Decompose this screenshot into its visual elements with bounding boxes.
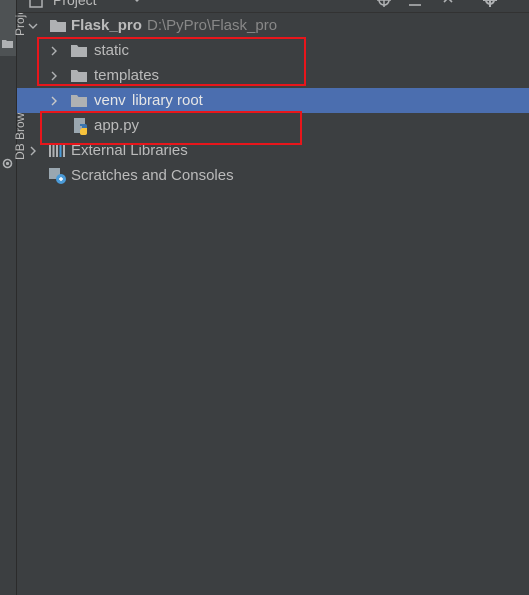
library-icon xyxy=(49,145,65,157)
expand-icon[interactable] xyxy=(441,0,455,7)
project-root-path: D:\PyPro\Flask_pro xyxy=(147,17,278,34)
python-file-icon xyxy=(74,118,87,135)
chevron-down-icon[interactable] xyxy=(133,0,141,4)
folder-icon xyxy=(2,40,13,48)
project-tool-tab[interactable]: Proje xyxy=(0,0,27,56)
folder-icon xyxy=(71,70,87,82)
collapse-all-icon[interactable] xyxy=(408,0,422,7)
folder-icon xyxy=(71,95,87,107)
tree-item-venv[interactable]: venv library root xyxy=(17,88,529,113)
chevron-down-icon[interactable] xyxy=(28,21,38,31)
folder-icon xyxy=(71,45,87,57)
tree-item-external-libraries[interactable]: External Libraries xyxy=(17,138,529,163)
locate-icon[interactable] xyxy=(377,0,391,7)
ide-project-panel: Proje DB Browser Project Flask_pro D:\Py… xyxy=(0,0,529,595)
scratches-icon xyxy=(49,168,66,184)
folder-icon xyxy=(50,20,66,32)
tree-item-scratches[interactable]: Scratches and Consoles xyxy=(17,163,529,188)
chevron-right-icon[interactable] xyxy=(49,71,59,81)
tree-item-app-py[interactable]: app.py xyxy=(17,113,529,138)
settings-gear-icon[interactable] xyxy=(483,0,497,7)
db-browser-tool-tab[interactable]: DB Browser xyxy=(0,76,27,176)
chevron-right-icon[interactable] xyxy=(49,96,59,106)
tree-item-label: templates xyxy=(94,67,160,84)
database-icon xyxy=(2,158,13,169)
chevron-right-icon[interactable] xyxy=(49,46,59,56)
chevron-right-icon[interactable] xyxy=(28,146,38,156)
tool-window-strip: Proje DB Browser xyxy=(0,0,27,595)
project-panel-header: Project xyxy=(17,0,529,13)
tree-item-label: app.py xyxy=(94,117,140,134)
panel-title[interactable]: Project xyxy=(53,0,97,8)
tree-item-label: Scratches and Consoles xyxy=(71,167,234,184)
tree-item-templates[interactable]: templates xyxy=(17,63,529,88)
tree-item-label: External Libraries xyxy=(71,142,188,159)
tree-item-static[interactable]: static xyxy=(17,38,529,63)
project-view-icon xyxy=(29,0,43,8)
library-root-tag: library root xyxy=(132,92,203,109)
tree-item-root[interactable]: Flask_pro D:\PyPro\Flask_pro xyxy=(17,13,529,38)
project-tree: Flask_pro D:\PyPro\Flask_pro static temp… xyxy=(17,13,529,188)
tree-item-label: venv xyxy=(94,92,126,109)
tree-item-label: static xyxy=(94,42,130,59)
project-root-name: Flask_pro xyxy=(71,17,142,34)
